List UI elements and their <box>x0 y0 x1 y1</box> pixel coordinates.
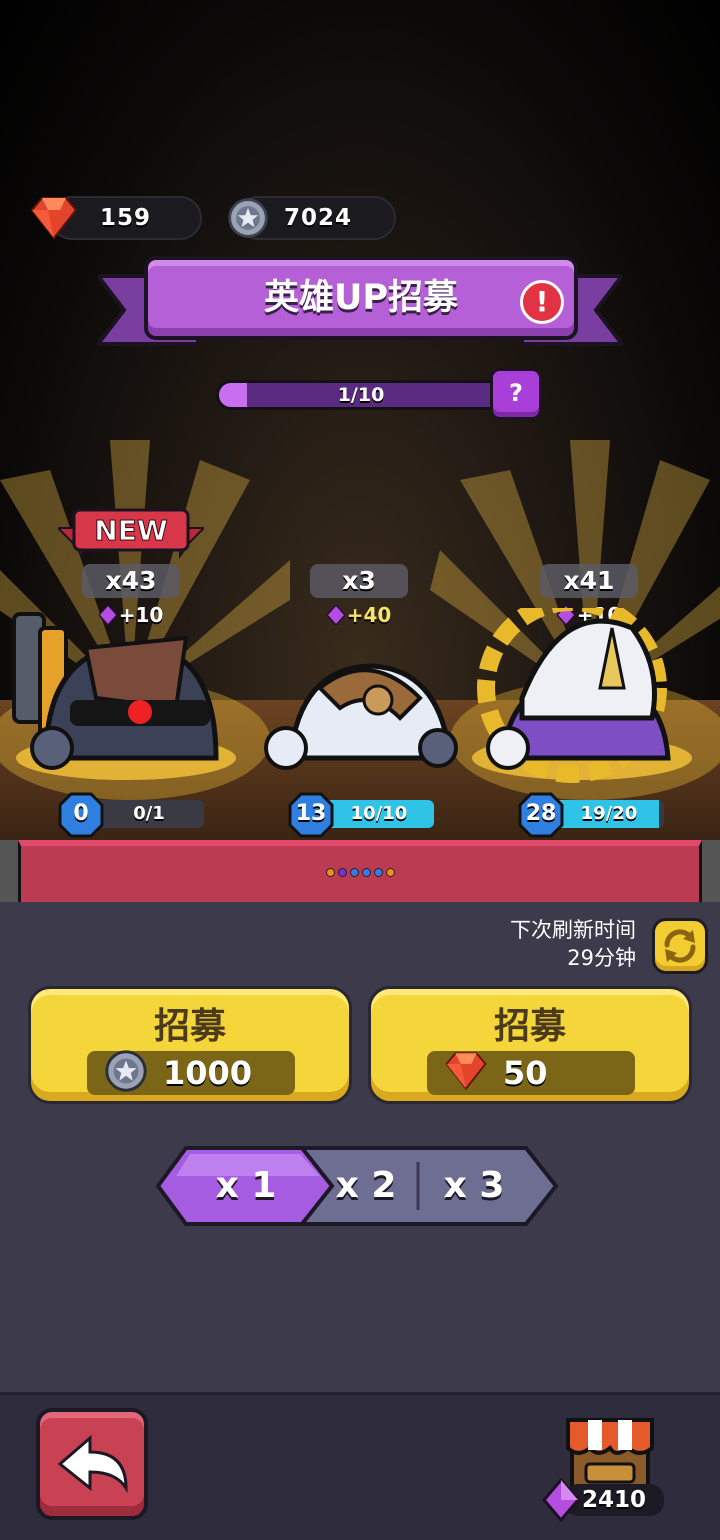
refresh-label: 下次刷新时间 <box>510 918 636 942</box>
page-dot <box>326 868 335 877</box>
progress-text: 1/10 <box>337 384 385 406</box>
hero-progress-text: 10/10 <box>350 803 408 824</box>
recruit-label: 招募 <box>153 1006 226 1047</box>
refresh-timer: 下次刷新时间 29分钟 <box>460 916 636 972</box>
page-dot <box>362 868 371 877</box>
help-button[interactable]: ? <box>490 368 542 420</box>
recruit-cost: 50 <box>427 1051 635 1095</box>
hero-progress-bar: 0/1 <box>94 800 204 828</box>
hero-gear-priest[interactable] <box>462 608 692 788</box>
multiplier-option-2[interactable]: x 2 <box>316 1144 416 1228</box>
recruit-with-ruby-button[interactable]: 招募 50 <box>368 986 692 1104</box>
page-dot <box>338 868 347 877</box>
shelf-edge-right <box>702 840 720 902</box>
info-alert-button[interactable]: ! <box>520 280 564 324</box>
coin-icon <box>228 198 268 238</box>
multiplier-option-1[interactable]: x 1 <box>196 1144 296 1228</box>
recruit-cost-value: 50 <box>503 1054 548 1092</box>
purple-gem-icon <box>542 1478 580 1522</box>
coin-count: 7024 <box>284 205 353 231</box>
recruit-label: 招募 <box>493 1006 566 1047</box>
hero-level: 28 <box>525 801 557 826</box>
banner-title: 英雄UP招募 <box>263 278 459 318</box>
hero-count: x41 <box>540 564 638 598</box>
page-dot <box>350 868 359 877</box>
recruit-cost: 1000 <box>87 1050 295 1095</box>
back-arrow-icon <box>57 1434 128 1494</box>
hero-robot-knight[interactable] <box>6 608 236 788</box>
back-button[interactable] <box>36 1408 148 1520</box>
recruit-banner: 英雄UP招募 ! <box>144 256 578 340</box>
hero-progress-bar: 10/10 <box>324 800 434 828</box>
page-dot <box>374 868 383 877</box>
refresh-button[interactable] <box>652 918 708 974</box>
page-indicator <box>326 868 395 877</box>
refresh-time: 29分钟 <box>567 946 636 970</box>
hero-count: x43 <box>82 564 180 598</box>
ruby-counter: 159 <box>30 196 202 240</box>
ruby-count: 159 <box>100 205 152 231</box>
recruit-cost-value: 1000 <box>163 1054 253 1092</box>
shelf-edge-left <box>0 840 18 902</box>
hero-progress-bar: 19/20 <box>554 800 664 828</box>
ruby-icon <box>30 197 78 240</box>
new-tag: NEW <box>58 508 204 560</box>
ruby-icon <box>445 1052 487 1091</box>
hero-progress-text: 19/20 <box>580 803 638 824</box>
multiplier-selector: x 1 x 2 x 3 <box>156 1144 560 1228</box>
hero-aviator-slime[interactable] <box>250 608 480 788</box>
recruit-with-coins-button[interactable]: 招募 1000 <box>28 986 352 1104</box>
hero-count: x3 <box>310 564 408 598</box>
page-dot <box>386 868 395 877</box>
coin-counter: 7024 <box>228 196 396 240</box>
coin-icon <box>105 1050 147 1092</box>
new-tag-label: NEW <box>94 514 168 547</box>
hero-progress-text: 0/1 <box>133 803 165 824</box>
hero-level: 0 <box>73 801 89 826</box>
refresh-icon <box>664 929 696 963</box>
recruit-progress-bar: 1/10 <box>216 380 506 410</box>
multiplier-option-3[interactable]: x 3 <box>424 1144 524 1228</box>
hero-level: 13 <box>295 801 327 826</box>
